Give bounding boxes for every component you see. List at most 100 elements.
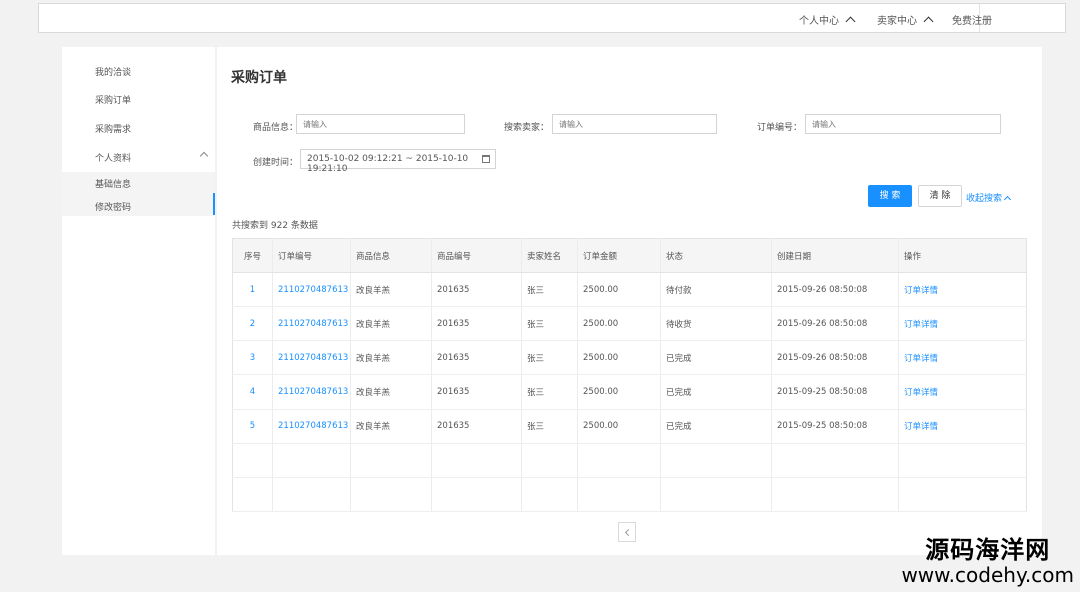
order-number-link[interactable]: 2110270487613: [272, 306, 351, 342]
status-cell: 已完成: [660, 340, 772, 376]
top-nav-bar: 个人中心 卖家中心 免费注册: [38, 3, 1066, 33]
column-header: 序号: [232, 238, 273, 273]
product-cell: 改良羊羔: [350, 306, 432, 342]
sidebar-item-basic-info[interactable]: 基础信息: [95, 177, 131, 190]
row-index: 3: [232, 340, 273, 376]
search-button[interactable]: 搜 索: [868, 185, 912, 207]
amount-cell: 2500.00: [577, 340, 661, 376]
amount-cell: 2500.00: [577, 306, 661, 342]
seller-cell: 张三: [521, 272, 578, 308]
status-cell: 已完成: [660, 374, 772, 410]
order-number-link[interactable]: 2110270487613: [272, 374, 351, 410]
seller-center-label: 卖家中心: [877, 16, 917, 27]
collapse-search-link[interactable]: 收起搜索: [966, 191, 1012, 204]
row-index: 1: [232, 272, 273, 308]
table-row: 5 2110270487613 改良羊羔 201635 张三 2500.00 已…: [232, 409, 1027, 444]
sidebar-item-profile[interactable]: 个人资料: [95, 151, 131, 164]
column-header: 创建日期: [771, 238, 899, 273]
personal-center-label: 个人中心: [799, 16, 839, 27]
amount-cell: 2500.00: [577, 409, 661, 444]
seller-search-input[interactable]: [552, 114, 717, 134]
date-range-picker[interactable]: 2015-10-02 09:12:21 ~ 2015-10-10 19:21:1…: [300, 149, 496, 174]
product-cell: 改良羊羔: [350, 340, 432, 376]
collapse-search-label: 收起搜索: [966, 194, 1003, 204]
chevron-up-icon: [845, 16, 856, 27]
status-cell: 已完成: [660, 409, 772, 444]
product-number-cell: 201635: [431, 374, 522, 410]
chevron-left-icon: [624, 528, 633, 537]
row-index: 2: [232, 306, 273, 342]
empty-row: [232, 477, 1027, 513]
order-number-link[interactable]: 2110270487613: [272, 409, 351, 444]
table-row: 3 2110270487613 改良羊羔 201635 张三 2500.00 已…: [232, 340, 1027, 376]
table-row: 1 2110270487613 改良羊羔 201635 张三 2500.00 待…: [232, 272, 1027, 308]
row-index: 4: [232, 374, 273, 410]
product-number-cell: 201635: [431, 272, 522, 308]
seller-center-menu[interactable]: 卖家中心: [877, 12, 934, 27]
seller-cell: 张三: [521, 306, 578, 342]
column-header: 商品编号: [431, 238, 522, 273]
chevron-up-icon[interactable]: [199, 151, 209, 161]
clear-button[interactable]: 清 除: [918, 185, 962, 207]
order-detail-link[interactable]: 订单详情: [898, 340, 1027, 376]
seller-cell: 张三: [521, 409, 578, 444]
register-label: 免费注册: [952, 16, 992, 27]
column-header: 操作: [898, 238, 1027, 273]
product-cell: 改良羊羔: [350, 272, 432, 308]
status-cell: 待付款: [660, 272, 772, 308]
product-number-cell: 201635: [431, 306, 522, 342]
product-info-input[interactable]: [296, 114, 465, 134]
table-row: 2 2110270487613 改良羊羔 201635 张三 2500.00 待…: [232, 306, 1027, 342]
product-number-cell: 201635: [431, 340, 522, 376]
page-title: 采购订单: [231, 70, 287, 86]
personal-center-menu[interactable]: 个人中心: [799, 12, 856, 27]
created-date-cell: 2015-09-26 08:50:08: [771, 340, 899, 376]
row-index: 5: [232, 409, 273, 444]
order-detail-link[interactable]: 订单详情: [898, 306, 1027, 342]
column-header: 卖家姓名: [521, 238, 578, 273]
seller-search-label: 搜索卖家：: [504, 123, 550, 133]
product-cell: 改良羊羔: [350, 374, 432, 410]
sidebar-submenu: [62, 172, 215, 216]
chevron-up-icon: [1003, 195, 1012, 203]
sidebar-item-negotiations[interactable]: 我的洽谈: [95, 65, 131, 78]
order-detail-link[interactable]: 订单详情: [898, 374, 1027, 410]
created-date-cell: 2015-09-25 08:50:08: [771, 409, 899, 444]
column-header: 状态: [660, 238, 772, 273]
order-detail-link[interactable]: 订单详情: [898, 409, 1027, 444]
product-info-label: 商品信息：: [253, 123, 299, 133]
product-cell: 改良羊羔: [350, 409, 432, 444]
empty-row: [232, 443, 1027, 478]
created-time-label: 创建时间：: [253, 158, 299, 168]
order-number-input[interactable]: [805, 114, 1001, 134]
created-date-cell: 2015-09-25 08:50:08: [771, 374, 899, 410]
column-header: 订单编号: [272, 238, 351, 273]
date-range-value: 2015-10-02 09:12:21 ~ 2015-10-10 19:21:1…: [307, 154, 469, 174]
order-number-link[interactable]: 2110270487613: [272, 272, 351, 308]
created-date-cell: 2015-09-26 08:50:08: [771, 272, 899, 308]
chevron-up-icon: [923, 16, 934, 27]
orders-table: 序号 订单编号 商品信息 商品编号 卖家姓名 订单金额 状态 创建日期 操作 1…: [232, 238, 1027, 513]
product-number-cell: 201635: [431, 409, 522, 444]
order-number-label: 订单编号：: [757, 123, 803, 133]
order-number-link[interactable]: 2110270487613: [272, 340, 351, 376]
order-detail-link[interactable]: 订单详情: [898, 272, 1027, 308]
status-cell: 待收货: [660, 306, 772, 342]
register-link[interactable]: 免费注册: [952, 12, 992, 27]
watermark-name: 源码海洋网: [925, 536, 1051, 564]
amount-cell: 2500.00: [577, 374, 661, 410]
table-row: 4 2110270487613 改良羊羔 201635 张三 2500.00 已…: [232, 374, 1027, 410]
sidebar-item-change-password[interactable]: 修改密码: [95, 200, 131, 213]
seller-cell: 张三: [521, 374, 578, 410]
column-header: 商品信息: [350, 238, 432, 273]
main-content: 采购订单 商品信息： 搜索卖家： 订单编号： 创建时间： 2015-10-02 …: [217, 47, 1042, 555]
calendar-icon: [482, 155, 490, 163]
watermark-url: www.codehy.com: [901, 563, 1074, 587]
watermark: 源码海洋网 www.codehy.com: [901, 536, 1074, 586]
created-date-cell: 2015-09-26 08:50:08: [771, 306, 899, 342]
pagination-prev-button[interactable]: [618, 522, 636, 542]
active-indicator: [213, 193, 215, 215]
column-header: 订单金额: [577, 238, 661, 273]
sidebar-item-purchase-demands[interactable]: 采购需求: [95, 122, 131, 135]
sidebar-item-purchase-orders[interactable]: 采购订单: [95, 93, 131, 106]
